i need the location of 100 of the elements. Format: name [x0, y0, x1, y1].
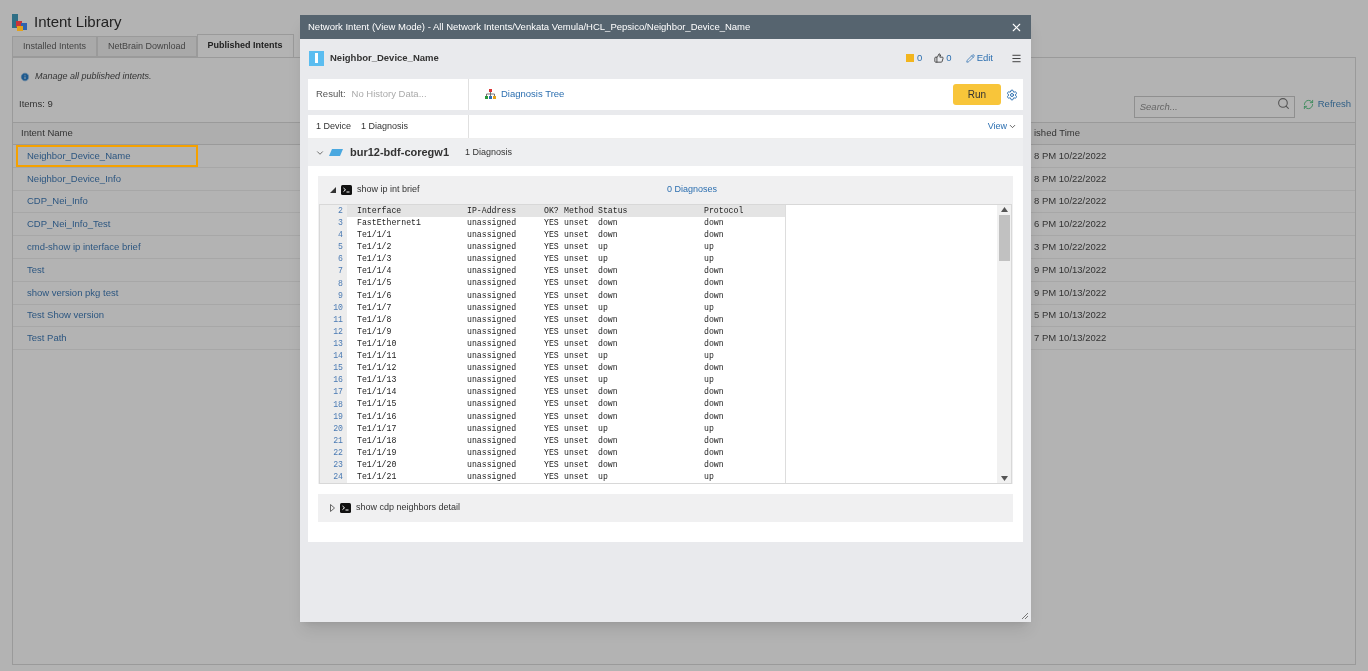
output-text: up — [704, 470, 715, 483]
output-text: Te1/1/20 — [357, 458, 398, 471]
output-text: down — [598, 458, 619, 471]
published-time: 5 PM 10/13/2022 — [1033, 308, 1107, 323]
output-text: unassigned — [467, 398, 518, 411]
output-text: unset — [564, 374, 590, 387]
output-text: Te1/1/16 — [357, 410, 398, 423]
output-text: YES — [544, 217, 560, 229]
output-text: unset — [564, 337, 590, 350]
output-text: Te1/1/5 — [357, 277, 393, 290]
output-text: YES — [544, 422, 560, 435]
published-time: 3 PM 10/22/2022 — [1033, 239, 1107, 254]
output-text: down — [704, 446, 725, 459]
output-text: Te1/1/4 — [357, 265, 393, 278]
output-text: FastEthernet1 — [357, 217, 422, 229]
output-text: YES — [544, 362, 560, 375]
output-text: down — [598, 337, 619, 350]
output-text: unassigned — [467, 458, 518, 471]
output-text: Te1/1/15 — [357, 398, 398, 411]
output-text: unassigned — [467, 253, 518, 266]
line-number: 24 — [320, 471, 347, 484]
output-text: down — [704, 362, 725, 375]
items-count: Items: 9 — [18, 96, 54, 111]
output-text: YES — [544, 265, 560, 278]
output-text: down — [598, 277, 619, 290]
output-text: unset — [564, 253, 590, 266]
output-text: up — [598, 241, 609, 254]
output-text: down — [704, 313, 725, 326]
command-label: show cdp neighbors detail — [356, 501, 462, 515]
output-text: YES — [544, 325, 560, 338]
output-text: unset — [564, 386, 590, 399]
output-text: up — [704, 350, 715, 363]
column-header: Intent Name — [21, 127, 73, 139]
output-text: unset — [564, 422, 590, 435]
output-text: unassigned — [467, 362, 518, 375]
output-text: YES — [544, 253, 560, 266]
output-text: down — [704, 337, 725, 350]
output-text: down — [598, 229, 619, 242]
output-text: down — [598, 446, 619, 459]
output-text: unset — [564, 217, 590, 229]
output-text: Method — [564, 204, 595, 217]
info-text: Manage all published intents. — [35, 70, 152, 84]
output-text: OK? — [544, 204, 560, 217]
output-text: unassigned — [467, 325, 518, 338]
output-text: unassigned — [467, 313, 518, 326]
output-text: YES — [544, 374, 560, 387]
output-text: down — [704, 217, 725, 229]
output-text: down — [704, 398, 725, 411]
output-text: unassigned — [467, 446, 518, 459]
line-number: 15 — [320, 362, 347, 375]
output-text: Te1/1/9 — [357, 325, 393, 338]
output-text: down — [704, 277, 725, 290]
output-text: YES — [544, 434, 560, 447]
output-text: YES — [544, 470, 560, 483]
result-value: No History Data... — [351, 87, 427, 102]
output-text: unset — [564, 277, 590, 290]
output-text: Te1/1/12 — [357, 362, 398, 375]
line-number: 3 — [320, 217, 347, 230]
published-time: 8 PM 10/22/2022 — [1033, 171, 1107, 186]
output-text: YES — [544, 289, 560, 302]
output-text: unassigned — [467, 217, 518, 229]
device-name: bur12-bdf-coregw1 — [350, 145, 450, 161]
output-text: YES — [544, 398, 560, 411]
device-diagnosis: 1 Diagnosis — [465, 145, 513, 159]
line-number: 14 — [320, 350, 347, 363]
summary-count: 1 Diagnosis — [361, 119, 409, 133]
output-text: unset — [564, 398, 590, 411]
output-text: YES — [544, 241, 560, 254]
output-text: down — [598, 398, 619, 411]
output-text: unset — [564, 229, 590, 242]
output-text: unassigned — [467, 422, 518, 435]
output-text: Te1/1/21 — [357, 470, 398, 483]
output-text: unset — [564, 410, 590, 423]
output-text: YES — [544, 277, 560, 290]
command-label: show ip int brief — [357, 183, 421, 197]
output-text: unassigned — [467, 241, 518, 254]
output-text: YES — [544, 301, 560, 314]
output-text: Te1/1/19 — [357, 446, 398, 459]
output-text: IP-Address — [467, 204, 518, 217]
output-text: up — [598, 301, 609, 314]
published-time: 9 PM 10/13/2022 — [1033, 285, 1107, 300]
output-text: unassigned — [467, 434, 518, 447]
output-text: unset — [564, 301, 590, 314]
output-text: unassigned — [467, 350, 518, 363]
published-time: 8 PM 10/22/2022 — [1033, 194, 1107, 209]
output-text: unset — [564, 325, 590, 338]
line-number: 2 — [320, 205, 347, 218]
output-text: Te1/1/8 — [357, 313, 393, 326]
output-text: unassigned — [467, 277, 518, 290]
result-label: Result: — [316, 87, 346, 102]
column-header: ished Time — [1033, 126, 1080, 141]
output-text: down — [598, 325, 619, 338]
output-text: Te1/1/10 — [357, 337, 398, 350]
output-text: unassigned — [467, 229, 518, 242]
output-text: down — [704, 434, 725, 447]
output-text: Interface — [357, 204, 403, 217]
line-number: 16 — [320, 374, 347, 387]
line-number: 13 — [320, 338, 347, 351]
output-text: unset — [564, 313, 590, 326]
summary-count: 1 Device — [316, 119, 351, 133]
